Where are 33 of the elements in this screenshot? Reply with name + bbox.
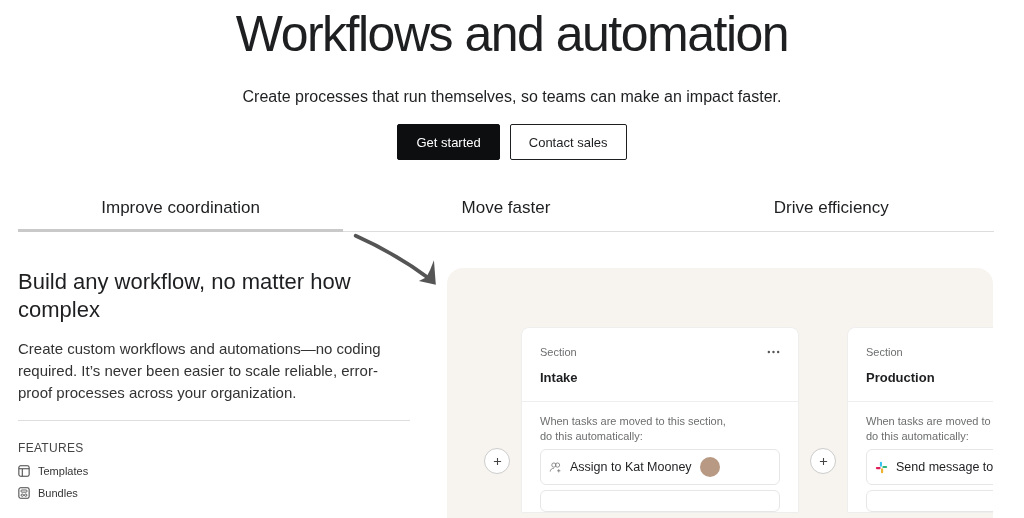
get-started-button[interactable]: Get started: [397, 124, 500, 160]
page-subtitle: Create processes that run themselves, so teams can make an impact faster.: [241, 87, 783, 107]
feature-heading: Build any workflow, no matter how complex: [18, 268, 352, 324]
people-icon: [549, 460, 562, 474]
add-button[interactable]: [484, 448, 510, 474]
tab[interactable]: Drive efficiency: [668, 198, 994, 232]
section-label: Section: [866, 346, 903, 358]
section-label: Section: [540, 346, 577, 358]
features-label: FEATURES: [18, 441, 85, 455]
add-button[interactable]: [810, 448, 836, 474]
feature-link[interactable]: Bundles: [38, 487, 78, 499]
action-row[interactable]: Send message to: [866, 449, 993, 485]
plus-icon: [818, 456, 828, 466]
feature-description: Create custom workflows and automations—no coding required. It’s never been easier to scale reliable, error-proof processes across your organization.: [18, 339, 382, 403]
section-title: Intake: [540, 370, 579, 385]
bundle-icon: [18, 487, 30, 499]
action-row[interactable]: [540, 490, 780, 512]
plus-icon: [492, 456, 502, 466]
section-title: Production: [866, 370, 936, 385]
rule-description: do this automatically:: [866, 429, 970, 444]
page-title: Workflows and automation: [234, 5, 790, 62]
more-icon[interactable]: [767, 350, 780, 354]
layout-icon: [18, 465, 30, 477]
rule-description: do this automatically:: [540, 429, 644, 444]
tab[interactable]: Move faster: [343, 198, 669, 232]
action-row[interactable]: Assign to Kat Mooney: [540, 449, 780, 485]
avatar: [699, 457, 720, 477]
rule-description: When tasks are moved to this section,: [540, 414, 727, 429]
hash-icon: [875, 460, 888, 474]
contact-button[interactable]: Contact sales: [509, 124, 627, 160]
feature-link[interactable]: Templates: [38, 465, 89, 477]
tab[interactable]: Improve coordination: [18, 198, 344, 232]
rule-description: When tasks are moved to: [866, 414, 992, 429]
